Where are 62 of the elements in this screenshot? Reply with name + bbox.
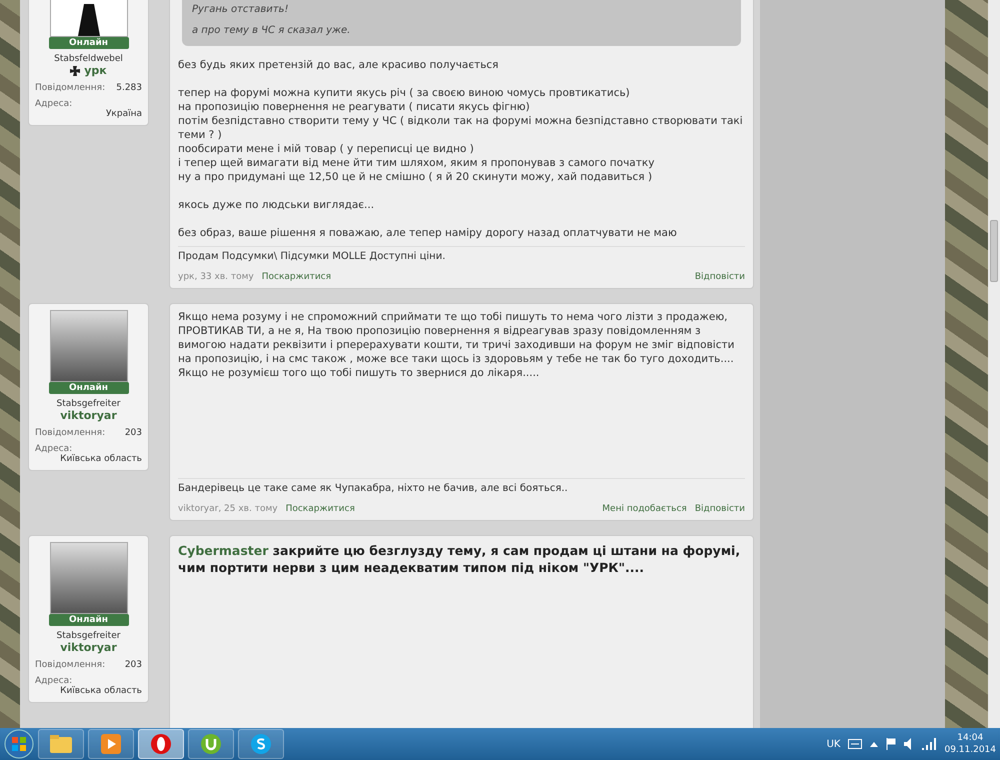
username-link[interactable]: viktoryar <box>60 641 117 654</box>
address-value: Київська область <box>60 686 142 696</box>
online-badge: Онлайн <box>48 37 128 49</box>
scroll-thumb[interactable] <box>990 220 998 282</box>
report-link[interactable]: Поскаржитися <box>286 504 355 514</box>
caret-up-icon[interactable] <box>870 741 878 747</box>
action-link[interactable]: Відповісти <box>694 504 745 514</box>
quote-text: Ругань отставить! <box>192 4 290 15</box>
address-value: Київська область <box>60 454 142 464</box>
message-text: пообсирати мене і мій товар ( у переписці це видно ) <box>178 142 475 156</box>
report-link[interactable]: Поскаржитися <box>262 272 332 282</box>
message-text: ну а про придумані ще 12,50 це й не смішно ( я й 20 скинути можу, хай подавиться ) <box>178 170 654 184</box>
message-text: тепер на форумі можна купити якусь річ ( за своєю виною чомусь провтикатись) <box>178 86 631 100</box>
post-author-time: viktoryar, 25 хв. тому <box>178 504 278 514</box>
skype-icon <box>250 733 272 755</box>
emblem-icon <box>78 4 100 36</box>
stat-value: 203 <box>124 660 142 670</box>
message-text: Cybermaster закрийте цю безглузду тему, я сам продам ці штани на форумі, чим портити нерви з цим неадекватим типом під ніком "УРК".... <box>178 542 742 577</box>
online-badge: Онлайн <box>48 382 128 394</box>
post-author-time: урк, 33 хв. тому <box>178 272 254 282</box>
user-rank: Stabsfeldwebel <box>54 54 123 64</box>
folder-icon <box>49 734 73 754</box>
message-text: і тепер щей вимагати від мене йти тим шляхом, яким я пропонував з самого початку <box>178 156 656 170</box>
taskbar-app[interactable] <box>138 729 184 759</box>
signal-icon[interactable] <box>922 738 936 750</box>
message-text: якось дуже по людськи виглядає... <box>178 198 376 212</box>
clock-date: 09.11.2014 <box>944 744 996 756</box>
online-badge: Онлайн <box>48 614 128 626</box>
play-icon <box>101 734 121 754</box>
action-link[interactable]: Мені подобається <box>602 504 687 514</box>
signature-text: Продам Подсумки\ Підсумки MOLLE Доступні ціни. <box>178 246 745 262</box>
start-button[interactable] <box>4 729 34 759</box>
stat-label: Повідомлення: <box>35 660 106 670</box>
stat-label: Повідомлення: <box>35 83 106 93</box>
address-label: Адреса: <box>35 444 72 454</box>
keyboard-icon[interactable] <box>848 739 862 749</box>
username-link[interactable]: урк <box>84 64 107 77</box>
opera-icon <box>150 733 172 755</box>
message-text: без будь яких претензій до вас, але красиво получається <box>178 58 500 72</box>
signature-text: Бандерівець це таке саме як Чупакабра, ніхто не бачив, але всі бояться.. <box>178 478 745 494</box>
stat-value: 203 <box>124 428 142 438</box>
user-rank: Stabsgefreiter <box>56 399 120 409</box>
stat-value: 5.283 <box>116 83 142 93</box>
clock-time: 14:04 <box>957 732 984 744</box>
message-text: на пропозицію повернення не реагувати ( писати якусь фігню) <box>178 100 531 114</box>
address-value: Україна <box>106 109 142 119</box>
clock[interactable]: 14:04 09.11.2014 <box>944 732 996 756</box>
flag-icon[interactable] <box>886 738 896 750</box>
user-rank: Stabsgefreiter <box>56 631 120 641</box>
quote-text: а про тему в ЧС я сказал уже. <box>192 25 352 36</box>
username-link[interactable]: viktoryar <box>60 409 117 422</box>
message-text: потім безпідставно створити тему у ЧС ( відколи так на форумі можна безпідставно створювати такі теми ? ) <box>178 114 744 142</box>
address-label: Адреса: <box>35 676 72 686</box>
mention-link[interactable]: Cybermaster <box>178 543 268 558</box>
action-link[interactable]: Відповісти <box>694 272 745 282</box>
address-label: Адреса: <box>35 99 72 109</box>
stat-label: Повідомлення: <box>35 428 106 438</box>
language-indicator[interactable]: UK <box>826 738 840 750</box>
message-text: Якщо нема розуму і не спроможний сприймати те що тобі пишуть то нема чого лізти з продажею, ПРОВТИКАВ ТИ, а не я, На твою пропозицію повернення я відреагував зразу повідомленням з вимогою надати реквізити і рперерахувати кошти, ти тричі заходивши на форум не зміг відповісти на пропозицію, і на смс також , може все таки щось із здоровьям у тебе не так бо туго доходить.... Якщо не розумієш того що тобі пишуть то звернися до лікаря..... <box>178 310 736 380</box>
cross-icon <box>70 66 80 76</box>
message-text: без образ, ваше рішення я поважаю, але тепер наміру дорогу назад оплатчувати не маю <box>178 226 678 240</box>
torrent-icon <box>200 733 222 755</box>
